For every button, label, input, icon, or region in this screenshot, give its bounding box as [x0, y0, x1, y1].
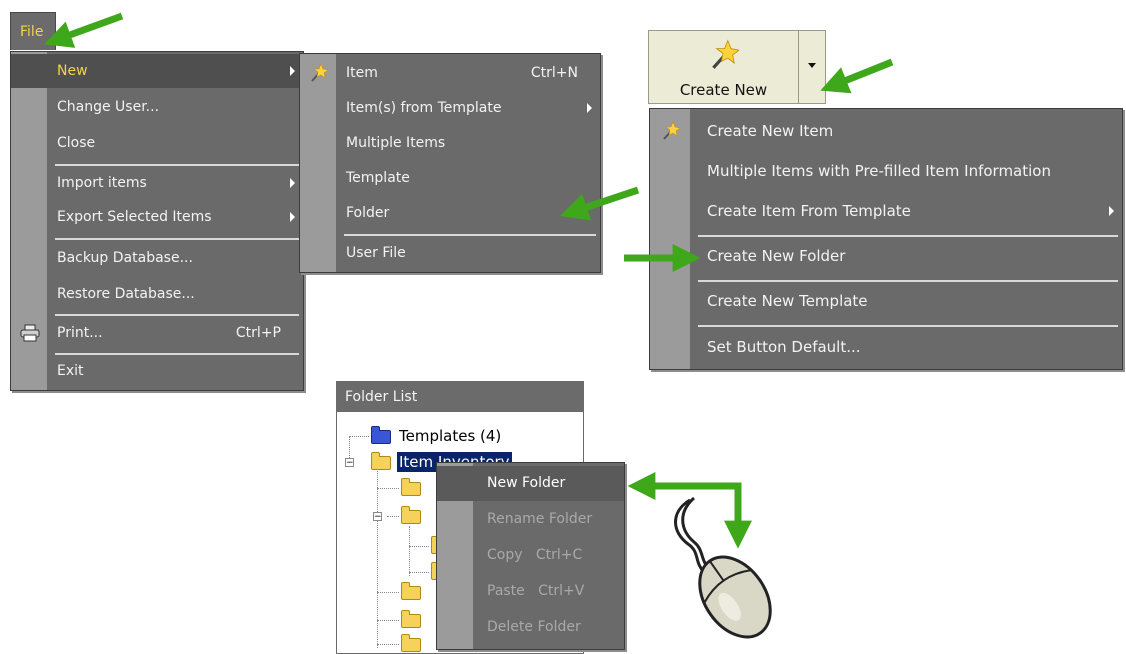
context-item-delete-label: Delete Folder: [487, 619, 581, 635]
create-menu-item-new-folder-label: Create New Folder: [707, 247, 846, 265]
create-menu-item-new-template[interactable]: Create New Template: [650, 281, 1122, 321]
menu-item-exit[interactable]: Exit: [11, 354, 303, 388]
magic-wand-icon: [311, 63, 328, 82]
menu-item-backup-database[interactable]: Backup Database...: [11, 241, 303, 275]
submenu-arrow-icon: [290, 212, 295, 222]
tree-line: [377, 488, 399, 489]
menu-item-close[interactable]: Close: [11, 126, 303, 160]
context-item-copy-label: Copy Ctrl+C: [487, 547, 583, 563]
submenu-item-from-template-label: Item(s) from Template: [346, 100, 502, 116]
tree-line: [349, 436, 369, 437]
create-menu-item-multiple-label: Multiple Items with Pre-filled Item Info…: [707, 162, 1051, 180]
tree-line: [377, 592, 399, 593]
submenu-item-multiple-items[interactable]: Multiple Items: [300, 126, 600, 160]
submenu-item-from-template[interactable]: Item(s) from Template: [300, 91, 600, 125]
tree-line: [377, 620, 399, 621]
tree-node-templates[interactable]: Templates (4): [399, 426, 501, 446]
menu-item-close-label: Close: [57, 135, 96, 151]
create-menu-item-new-item[interactable]: Create New Item: [650, 111, 1122, 151]
submenu-item-multiple-items-label: Multiple Items: [346, 135, 446, 151]
menu-item-exit-label: Exit: [57, 363, 84, 379]
menu-item-change-user[interactable]: Change User...: [11, 90, 303, 124]
menu-item-print-label: Print...: [57, 325, 103, 341]
menu-item-restore-label: Restore Database...: [57, 286, 195, 302]
menu-item-new-label: New: [57, 63, 88, 79]
folder-icon[interactable]: [401, 582, 421, 600]
shortcut-label: Ctrl+N: [530, 65, 578, 81]
tree-line: [377, 468, 378, 648]
tree-line: [409, 546, 429, 547]
folder-icon[interactable]: [401, 478, 421, 496]
menu-item-import-items-label: Import items: [57, 175, 147, 191]
printer-icon: [20, 324, 40, 342]
create-new-dropdown-button[interactable]: [799, 30, 826, 104]
create-new-label: Create New: [679, 81, 768, 99]
arrow-to-file-menu: [44, 12, 124, 48]
menu-item-new[interactable]: New: [11, 54, 303, 88]
file-menu: New Change User... Close Import items Ex…: [10, 51, 304, 391]
folder-blue-icon: [371, 426, 391, 444]
submenu-item-folder-label: Folder: [346, 205, 390, 221]
chevron-down-icon: [808, 63, 816, 68]
folder-context-menu: New Folder Rename Folder Copy Ctrl+C Pas…: [436, 462, 625, 650]
collapse-toggle-icon[interactable]: −: [345, 458, 354, 468]
context-item-rename-label: Rename Folder: [487, 511, 593, 527]
submenu-item-folder[interactable]: Folder: [300, 196, 600, 230]
create-new-button[interactable]: Create New: [648, 30, 799, 104]
mouse-icon: [674, 496, 772, 639]
menu-item-print[interactable]: Print... Ctrl+P: [11, 316, 303, 350]
submenu-item-item-label: Item: [346, 65, 378, 81]
context-item-paste[interactable]: Paste Ctrl+V: [437, 574, 624, 609]
file-menu-label: File: [20, 24, 44, 40]
new-submenu: Item Ctrl+N Item(s) from Template Multip…: [299, 53, 601, 273]
submenu-item-template[interactable]: Template: [300, 161, 600, 195]
submenu-item-template-label: Template: [346, 170, 410, 186]
submenu-arrow-icon: [290, 66, 295, 76]
menu-item-import-items[interactable]: Import items: [11, 166, 303, 200]
submenu-item-user-file[interactable]: User File: [300, 236, 600, 270]
create-menu-item-from-template-label: Create Item From Template: [707, 202, 911, 220]
create-menu-item-multiple-items[interactable]: Multiple Items with Pre-filled Item Info…: [650, 151, 1122, 191]
magic-wand-icon: [712, 39, 739, 69]
menu-item-export-label: Export Selected Items: [57, 209, 212, 225]
submenu-item-item[interactable]: Item Ctrl+N: [300, 56, 600, 90]
tree-line: [387, 516, 399, 517]
create-menu-item-new-item-label: Create New Item: [707, 122, 834, 140]
context-item-new-folder-label: New Folder: [487, 475, 566, 491]
tree-line: [409, 526, 410, 576]
submenu-arrow-icon: [587, 103, 592, 113]
create-menu-item-set-default[interactable]: Set Button Default...: [650, 327, 1122, 367]
magic-wand-icon: [663, 121, 680, 140]
context-item-new-folder[interactable]: New Folder: [437, 466, 624, 501]
create-menu-item-from-template[interactable]: Create Item From Template: [650, 191, 1122, 231]
context-item-paste-label: Paste Ctrl+V: [487, 583, 585, 599]
create-menu-item-new-folder[interactable]: Create New Folder: [650, 236, 1122, 276]
arrow-to-dropdown: [820, 58, 894, 94]
folder-icon[interactable]: [401, 506, 421, 524]
submenu-item-user-file-label: User File: [346, 245, 406, 261]
submenu-arrow-icon: [1109, 206, 1114, 216]
create-new-menu: Create New Item Multiple Items with Pre-…: [649, 108, 1123, 370]
create-menu-item-new-template-label: Create New Template: [707, 292, 868, 310]
context-item-copy[interactable]: Copy Ctrl+C: [437, 538, 624, 573]
context-item-delete-folder[interactable]: Delete Folder: [437, 610, 624, 645]
create-menu-item-set-default-label: Set Button Default...: [707, 338, 861, 356]
shortcut-label: Ctrl+P: [235, 325, 281, 341]
tree-line: [409, 572, 429, 573]
menu-item-export-selected-items[interactable]: Export Selected Items: [11, 200, 303, 234]
menu-item-backup-label: Backup Database...: [57, 250, 193, 266]
submenu-arrow-icon: [290, 178, 295, 188]
collapse-toggle-icon[interactable]: −: [373, 512, 382, 522]
menu-item-change-user-label: Change User...: [57, 99, 160, 115]
folder-icon: [371, 452, 391, 470]
tree-line: [377, 644, 399, 645]
folder-list-title: Folder List: [337, 382, 583, 412]
folder-icon[interactable]: [401, 610, 421, 628]
menu-item-restore-database[interactable]: Restore Database...: [11, 277, 303, 311]
folder-icon[interactable]: [401, 634, 421, 652]
context-item-rename-folder[interactable]: Rename Folder: [437, 502, 624, 537]
menu-separator: [55, 238, 299, 240]
file-menu-tab[interactable]: File: [10, 12, 56, 50]
